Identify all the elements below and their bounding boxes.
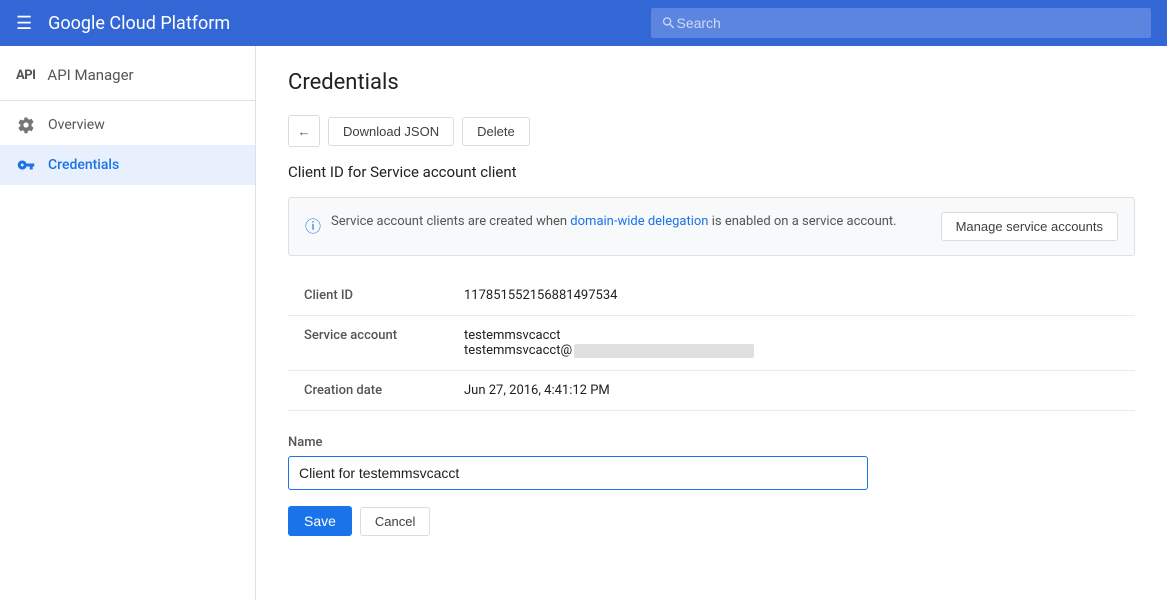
page-title: Credentials (288, 70, 1135, 95)
creation-date-label: Creation date (288, 371, 448, 411)
overview-icon (16, 115, 36, 135)
service-account-value: testemmsvcacct testemmsvcacct@ (448, 316, 1135, 371)
manage-service-accounts-button[interactable]: Manage service accounts (941, 212, 1118, 241)
sidebar-header: API API Manager (0, 54, 255, 96)
sidebar: API API Manager Overview Credentials (0, 46, 256, 600)
back-button[interactable]: ← (288, 115, 320, 147)
search-bar[interactable] (651, 8, 1151, 38)
sidebar-item-label-credentials: Credentials (48, 157, 119, 173)
client-id-value: 117851552156881497534 (448, 276, 1135, 316)
name-input[interactable] (288, 456, 868, 490)
sidebar-item-label-overview: Overview (48, 117, 105, 133)
service-account-label: Service account (288, 316, 448, 371)
delete-button[interactable]: Delete (462, 117, 530, 146)
save-button[interactable]: Save (288, 506, 352, 536)
sidebar-item-credentials[interactable]: Credentials (0, 145, 255, 185)
key-icon (16, 155, 36, 175)
creation-date-value: Jun 27, 2016, 4:41:12 PM (448, 371, 1135, 411)
info-box: ⓘ Service account clients are created wh… (288, 197, 1135, 256)
section-subtitle: Client ID for Service account client (288, 163, 1135, 181)
info-box-content: ⓘ Service account clients are created wh… (305, 212, 925, 237)
toolbar: ← Download JSON Delete (288, 115, 1135, 147)
top-navbar: ☰ Google Cloud Platform (0, 0, 1167, 46)
delegation-link[interactable]: domain-wide delegation (570, 214, 708, 229)
redacted-email (574, 344, 754, 358)
search-input[interactable] (676, 15, 1141, 31)
table-row-creation-date: Creation date Jun 27, 2016, 4:41:12 PM (288, 371, 1135, 411)
table-row-client-id: Client ID 117851552156881497534 (288, 276, 1135, 316)
back-arrow-icon: ← (297, 124, 310, 139)
sidebar-item-overview[interactable]: Overview (0, 105, 255, 145)
action-buttons: Save Cancel (288, 506, 1135, 536)
app-title: Google Cloud Platform (48, 13, 230, 34)
sidebar-divider (0, 100, 255, 101)
download-json-button[interactable]: Download JSON (328, 117, 454, 146)
table-row-service-account: Service account testemmsvcacct testemmsv… (288, 316, 1135, 371)
main-layout: API API Manager Overview Credentials Cre… (0, 46, 1167, 600)
data-table: Client ID 117851552156881497534 Service … (288, 276, 1135, 411)
name-field-group: Name (288, 435, 1135, 490)
sidebar-product-name: API Manager (47, 66, 133, 84)
content-area: Credentials ← Download JSON Delete Clien… (256, 46, 1167, 600)
api-badge: API (16, 68, 35, 83)
hamburger-menu-icon[interactable]: ☰ (16, 13, 32, 34)
info-text: Service account clients are created when… (331, 212, 897, 232)
cancel-button[interactable]: Cancel (360, 507, 430, 536)
search-icon (661, 15, 676, 31)
name-field-label: Name (288, 435, 1135, 450)
info-icon: ⓘ (305, 213, 321, 237)
client-id-label: Client ID (288, 276, 448, 316)
